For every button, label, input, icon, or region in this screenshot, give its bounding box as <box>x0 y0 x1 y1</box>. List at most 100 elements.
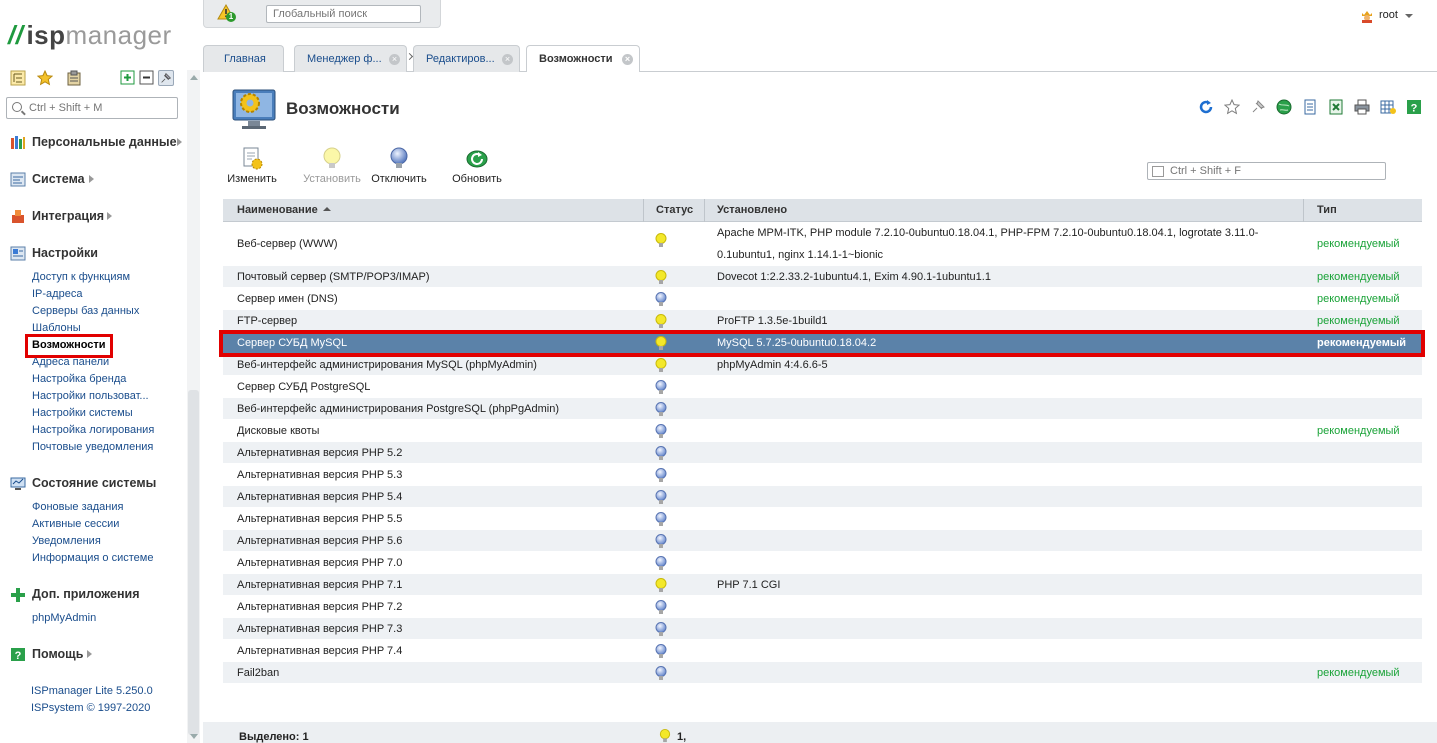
table-row[interactable]: Альтернативная версия PHP 7.3 <box>223 618 1422 640</box>
column-header-type[interactable]: Тип <box>1304 199 1422 222</box>
tab-editor[interactable]: Редактиров... × <box>413 45 520 72</box>
table-row[interactable]: FTP-сервер ProFTP 1.3.5e-1build1 рекоменду… <box>223 310 1422 332</box>
close-icon[interactable]: × <box>502 54 513 65</box>
sidebar-item-background-jobs[interactable]: Фоновые задания <box>32 501 123 517</box>
table-row[interactable]: Веб-интерфейс администрирования MySQL (p… <box>223 354 1422 376</box>
feature-status <box>655 666 669 681</box>
sort-ascending-icon <box>322 207 331 211</box>
table-row[interactable]: Альтернативная версия PHP 5.6 <box>223 530 1422 552</box>
column-header-status[interactable]: Статус <box>644 199 705 222</box>
sidebar-section-system-state[interactable]: Состояние системы <box>10 475 182 493</box>
sidebar-item-panel-addresses[interactable]: Адреса панели <box>32 356 109 372</box>
chevron-down-icon <box>1405 14 1413 18</box>
sidebar-item-user-settings[interactable]: Настройки пользоват... <box>32 390 149 406</box>
table-row[interactable]: Альтернативная версия PHP 5.2 <box>223 442 1422 464</box>
clipboard-icon[interactable] <box>66 70 82 86</box>
version-product: ISPmanager Lite 5.250.0 <box>31 685 153 697</box>
sidebar-search[interactable] <box>6 97 178 119</box>
tab-label: Главная <box>224 53 266 65</box>
table-row[interactable]: Альтернативная версия PHP 7.1 PHP 7.1 CGI <box>223 574 1422 596</box>
expand-all-icon[interactable] <box>120 70 136 86</box>
table-row[interactable]: Почтовый сервер (SMTP/POP3/IMAP) Dovecot … <box>223 266 1422 288</box>
sidebar-item-system-settings[interactable]: Настройки системы <box>32 407 133 423</box>
column-header-installed[interactable]: Установлено <box>705 199 1304 222</box>
edit-icon <box>243 147 263 170</box>
globe-icon[interactable] <box>1276 99 1292 115</box>
sidebar-item-ip-addresses[interactable]: IP-адреса <box>32 288 82 304</box>
feature-status <box>655 600 669 615</box>
sidebar-section-settings[interactable]: Настройки <box>10 245 182 263</box>
bulb-off-icon <box>655 424 667 438</box>
sidebar-section-integration[interactable]: Интеграция <box>10 208 182 226</box>
table-row[interactable]: Альтернативная версия PHP 7.2 <box>223 596 1422 618</box>
disable-button[interactable]: Отключить <box>364 146 434 190</box>
table-row[interactable]: Альтернативная версия PHP 5.3 <box>223 464 1422 486</box>
sidebar-item-logging-settings[interactable]: Настройка логирования <box>32 424 154 440</box>
table-row[interactable]: Альтернативная версия PHP 5.4 <box>223 486 1422 508</box>
table-row[interactable]: Альтернативная версия PHP 5.5 <box>223 508 1422 530</box>
close-icon[interactable]: × <box>389 54 400 65</box>
sidebar-item-db-servers[interactable]: Серверы баз данных <box>32 305 139 321</box>
table-row[interactable]: Fail2ban рекомендуемый <box>223 662 1422 684</box>
sidebar-item-brand-settings[interactable]: Настройка бренда <box>32 373 126 389</box>
table-row[interactable]: Веб-интерфейс администрирования PostgreS… <box>223 398 1422 420</box>
table-row[interactable]: Альтернативная версия PHP 7.0 <box>223 552 1422 574</box>
table-row[interactable]: Альтернативная версия PHP 7.4 <box>223 640 1422 662</box>
global-search-input[interactable] <box>266 5 421 23</box>
scrollbar-thumb[interactable] <box>188 390 199 735</box>
collapse-all-icon[interactable] <box>139 70 155 86</box>
help-icon[interactable]: ? <box>1406 99 1422 115</box>
export-excel-icon[interactable] <box>1328 99 1344 115</box>
favorites-star-icon[interactable] <box>37 70 53 86</box>
scroll-down-arrow-icon[interactable] <box>190 734 198 739</box>
version-copyright: ISPsystem © 1997-2020 <box>31 702 151 714</box>
table-settings-icon[interactable] <box>1380 99 1396 115</box>
sidebar-section-personal-data[interactable]: Персональные данные <box>10 134 182 152</box>
refresh-icon <box>466 150 488 168</box>
table-row[interactable]: Сервер СУБД PostgreSQL <box>223 376 1422 398</box>
sidebar-section-extra-apps[interactable]: Доп. приложения <box>10 586 182 604</box>
scroll-up-arrow-icon[interactable] <box>190 75 198 80</box>
close-icon[interactable]: × <box>622 54 633 65</box>
table-row[interactable]: Веб-сервер (WWW) Apache MPM-ITK, PHP modu… <box>223 222 1422 266</box>
pin-icon[interactable] <box>158 70 174 86</box>
bulb-off-icon <box>655 622 667 636</box>
column-header-name[interactable]: Наименование <box>223 199 644 222</box>
sidebar-item-function-access[interactable]: Доступ к функциям <box>32 271 130 287</box>
table-row[interactable]: Дисковые квоты рекомендуемый <box>223 420 1422 442</box>
star-icon[interactable] <box>1224 99 1240 115</box>
feature-name: FTP-сервер <box>237 315 298 327</box>
table-filter-input[interactable] <box>1170 164 1380 178</box>
install-button[interactable]: Установить <box>297 146 367 190</box>
sidebar-item-system-info[interactable]: Информация о системе <box>32 552 153 568</box>
sidebar-scrollbar[interactable] <box>187 70 200 743</box>
edit-button[interactable]: Изменить <box>217 146 287 190</box>
tab-home[interactable]: Главная <box>203 45 284 72</box>
print-icon[interactable] <box>1354 99 1370 115</box>
sidebar-item-phpmyadmin[interactable]: phpMyAdmin <box>32 612 96 628</box>
sidebar-section-system[interactable]: Система <box>10 171 182 189</box>
table-row[interactable]: Сервер имен (DNS) рекомендуемый <box>223 288 1422 310</box>
sidebar-section-label: Настройки <box>32 246 98 260</box>
table-filter[interactable] <box>1147 162 1386 180</box>
feature-status <box>655 446 669 461</box>
tab-features[interactable]: Возможности × <box>526 45 640 73</box>
sidebar-item-active-sessions[interactable]: Активные сессии <box>32 518 119 534</box>
feature-name: Сервер имен (DNS) <box>237 293 338 305</box>
tree-view-icon[interactable] <box>10 70 26 86</box>
feature-status <box>655 534 669 549</box>
bulb-on-icon <box>655 233 667 247</box>
tab-file-manager[interactable]: Менеджер ф... × <box>294 45 407 72</box>
sidebar-section-help[interactable]: ? Помощь <box>10 646 182 664</box>
selected-row-highlight <box>219 330 1425 357</box>
ispmanager-logo[interactable]: //ispmanager <box>8 20 172 51</box>
reload-icon[interactable] <box>1198 99 1214 115</box>
sidebar-item-mail-notifications[interactable]: Почтовые уведомления <box>32 441 153 457</box>
feature-name: Почтовый сервер (SMTP/POP3/IMAP) <box>237 271 430 283</box>
refresh-button[interactable]: Обновить <box>442 146 512 190</box>
sidebar-search-input[interactable] <box>29 100 174 116</box>
sidebar-item-notifications[interactable]: Уведомления <box>32 535 101 551</box>
document-icon[interactable] <box>1302 99 1318 115</box>
pin-icon[interactable] <box>1250 99 1266 115</box>
bulb-on-icon <box>659 729 671 743</box>
